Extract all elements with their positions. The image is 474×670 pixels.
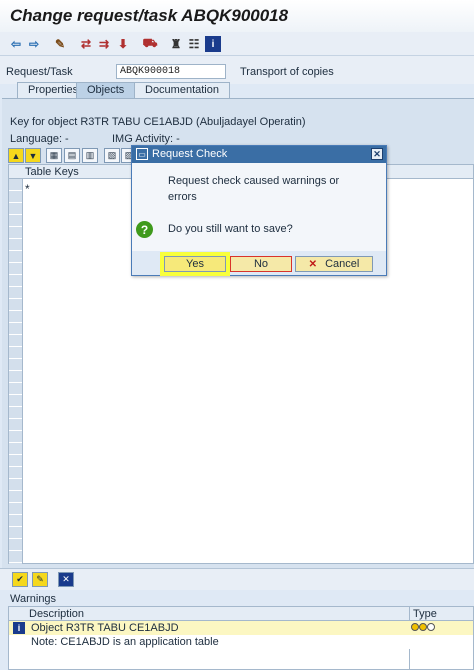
- dialog-title: Request Check: [152, 148, 228, 160]
- object-list-icon[interactable]: ☷: [186, 36, 202, 52]
- request-check-dialog: ▭ Request Check ✕ Request check caused w…: [131, 145, 387, 276]
- move-down-icon[interactable]: ▼: [25, 148, 41, 163]
- check-icon[interactable]: ✔: [12, 572, 28, 587]
- change-icon[interactable]: ⇉: [96, 36, 112, 52]
- warnings-table: Description Type i Object R3TR TABU CE1A…: [8, 606, 474, 670]
- save-icon[interactable]: ⬇: [115, 36, 131, 52]
- warnings-title: Warnings: [10, 593, 57, 605]
- type-column-header[interactable]: Type: [413, 608, 437, 620]
- question-icon: ?: [136, 221, 153, 238]
- table-toolbar: ▲ ▼ ▦ ▤ ▥ ▧ ▨: [6, 148, 137, 164]
- light-yellow: [411, 623, 419, 631]
- dialog-question: Do you still want to save?: [168, 223, 293, 235]
- no-button[interactable]: No: [230, 256, 292, 272]
- table-row[interactable]: *: [25, 182, 30, 196]
- language-label: Language: -: [10, 133, 69, 145]
- request-field[interactable]: ABQK900018: [116, 64, 226, 79]
- request-header: Request/Task ABQK900018 Transport of cop…: [0, 56, 474, 84]
- table-view-icon[interactable]: ▦: [46, 148, 62, 163]
- info-icon: i: [13, 622, 25, 634]
- object-key-text: Key for object R3TR TABU CE1ABJD (Abulja…: [10, 116, 306, 128]
- traffic-light-icon: [411, 623, 435, 633]
- dialog-window-icon: ▭: [136, 148, 148, 160]
- cancel-x-icon: ✕: [308, 258, 318, 270]
- hierarchy-icon[interactable]: ♜: [168, 36, 184, 52]
- forward-arrow-icon[interactable]: ⇨: [26, 36, 42, 52]
- back-arrow-icon[interactable]: ⇦: [8, 36, 24, 52]
- light-off: [427, 623, 435, 631]
- tab-documentation[interactable]: Documentation: [134, 82, 230, 98]
- tab-strip: Properties Objects Documentation: [0, 82, 474, 98]
- bottom-toolbar: ✔ ✎ ✕: [0, 568, 474, 590]
- light-yellow: [419, 623, 427, 631]
- dialog-title-bar: ▭ Request Check ✕: [132, 146, 386, 163]
- close-warnings-icon[interactable]: ✕: [58, 572, 74, 587]
- edit-icon[interactable]: ✎: [52, 36, 68, 52]
- tab-objects[interactable]: Objects: [76, 82, 136, 98]
- pencil-icon[interactable]: ✎: [32, 572, 48, 587]
- dialog-body: Request check caused warnings or errors …: [132, 163, 386, 251]
- move-up-icon[interactable]: ▲: [8, 148, 24, 163]
- window-title: Change request/task ABQK900018: [10, 6, 289, 25]
- close-icon[interactable]: ✕: [371, 148, 383, 160]
- table-row[interactable]: i Object R3TR TABU CE1ABJD: [9, 621, 473, 635]
- request-label: Request/Task: [6, 66, 73, 78]
- application-toolbar: ⇦ ⇨ ✎ ⇄ ⇉ ⬇ ⛟ ♜ ☷ i: [0, 32, 474, 56]
- transport-icon[interactable]: ⛟: [142, 36, 158, 52]
- img-activity-label: IMG Activity: -: [112, 133, 180, 145]
- dialog-message: Request check caused warnings or errors: [168, 175, 340, 203]
- table-row[interactable]: Note: CE1ABJD is an application table: [9, 635, 473, 649]
- table-keys-header: Table Keys: [25, 166, 79, 178]
- delete-row-icon[interactable]: ▥: [82, 148, 98, 163]
- request-type: Transport of copies: [240, 66, 334, 78]
- description-column-header[interactable]: Description: [29, 608, 84, 620]
- title-bar: Change request/task ABQK900018: [0, 0, 474, 32]
- info-icon[interactable]: i: [205, 36, 221, 52]
- warning-description: Note: CE1ABJD is an application table: [31, 636, 219, 648]
- warning-description: Object R3TR TABU CE1ABJD: [31, 622, 179, 634]
- warnings-header: Description Type: [9, 607, 473, 621]
- row-selector-column[interactable]: [9, 179, 23, 564]
- display-icon[interactable]: ⇄: [78, 36, 94, 52]
- cancel-label: Cancel: [325, 258, 360, 270]
- insert-row-icon[interactable]: ▤: [64, 148, 80, 163]
- select-all-icon[interactable]: ▧: [104, 148, 120, 163]
- cancel-button[interactable]: ✕ Cancel: [295, 256, 373, 272]
- yes-button[interactable]: Yes: [164, 256, 226, 272]
- dialog-button-bar: Yes No ✕ Cancel: [132, 251, 386, 275]
